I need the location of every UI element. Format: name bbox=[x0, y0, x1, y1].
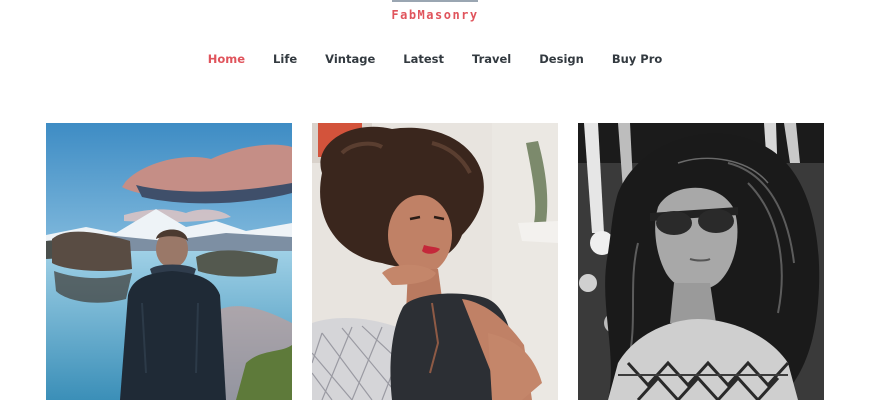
nav-item-life[interactable]: Life bbox=[273, 50, 297, 68]
man-at-mountain-lake-photo bbox=[46, 123, 292, 400]
post-card-image-3[interactable] bbox=[578, 123, 824, 400]
nav-item-home[interactable]: Home bbox=[208, 50, 245, 68]
curly-haired-woman-portrait-photo bbox=[312, 123, 558, 400]
nav-item-travel[interactable]: Travel bbox=[472, 50, 511, 68]
nav-item-design[interactable]: Design bbox=[539, 50, 584, 68]
nav-item-buy-pro[interactable]: Buy Pro bbox=[612, 50, 662, 68]
nav-item-vintage[interactable]: Vintage bbox=[325, 50, 375, 68]
black-and-white-woman-sunglasses-photo bbox=[578, 123, 824, 400]
main-nav: Home Life Vintage Latest Travel Design B… bbox=[0, 50, 870, 68]
logo-bar bbox=[392, 0, 478, 2]
post-card-image-1[interactable] bbox=[46, 123, 292, 400]
nav-item-latest[interactable]: Latest bbox=[403, 50, 444, 68]
site-logo[interactable]: FabMasonry bbox=[0, 8, 870, 22]
post-card-image-2[interactable] bbox=[312, 123, 558, 400]
